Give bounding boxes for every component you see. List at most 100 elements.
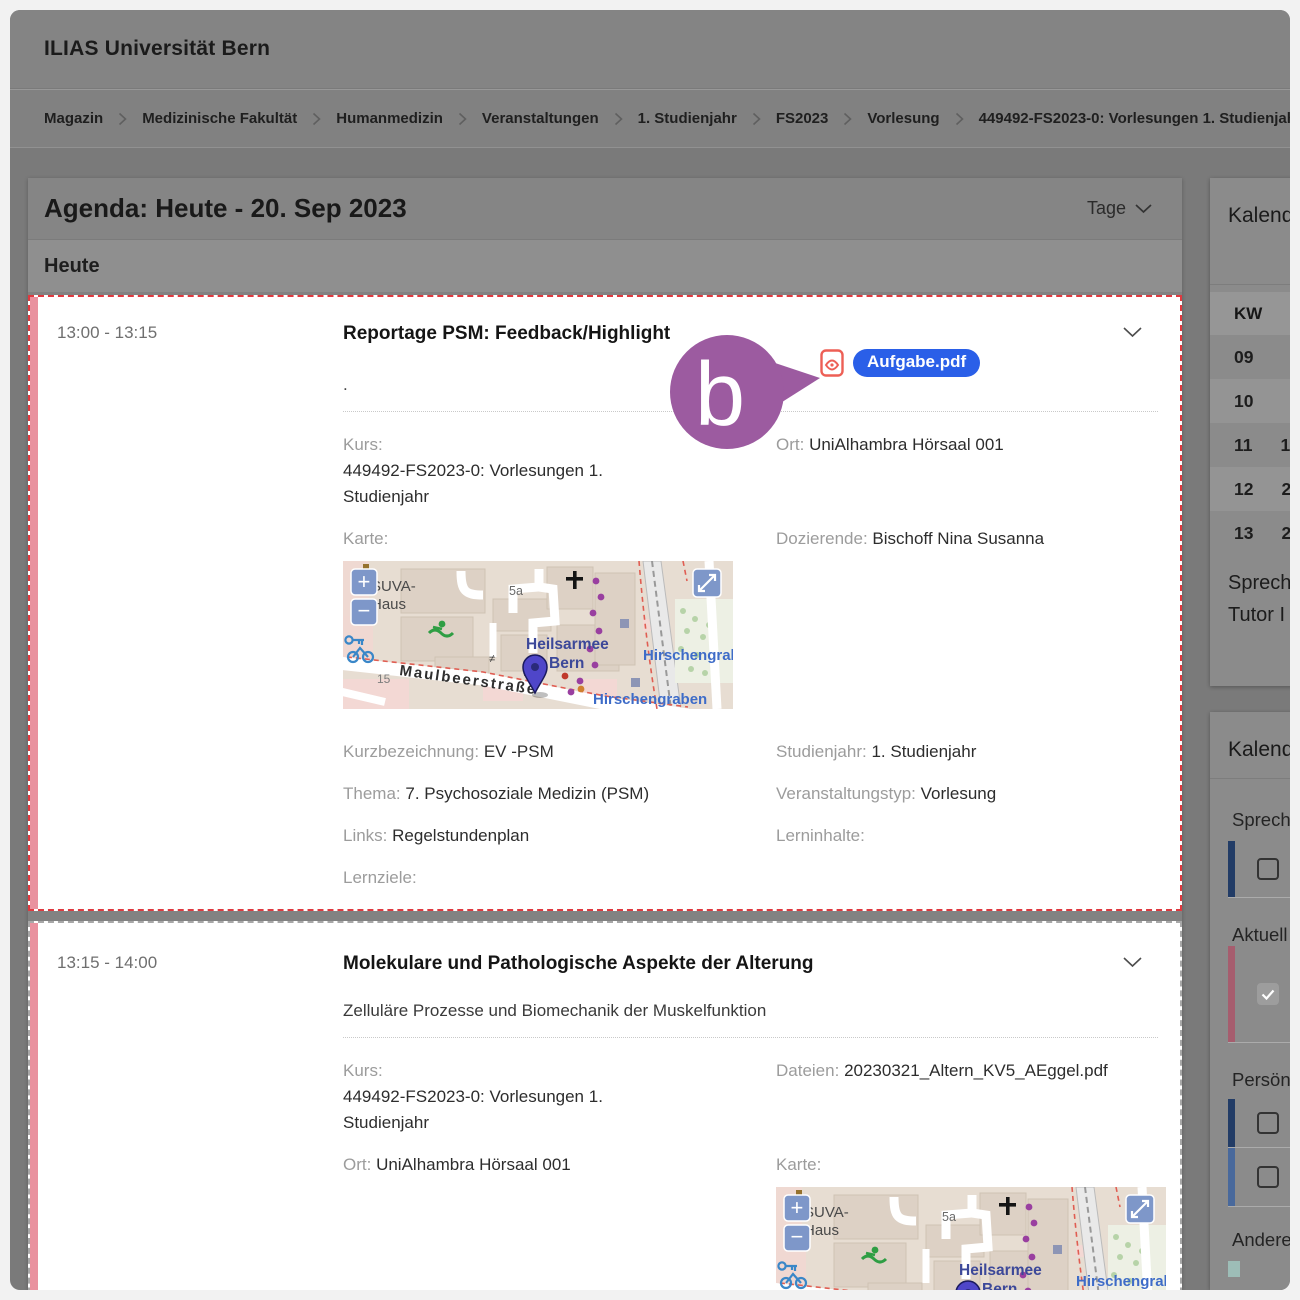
field-karte: Karte: <box>776 1152 1166 1290</box>
breadcrumb-item-studienjahr[interactable]: 1. Studienjahr <box>638 110 737 127</box>
svg-text:Hirschengraben: Hirschengraben <box>643 647 733 664</box>
breadcrumb-item-humanmedizin[interactable]: Humanmedizin <box>336 110 443 127</box>
field-ort: Ort: UniAlhambra Hörsaal 001 <box>776 432 1158 510</box>
svg-text:5a: 5a <box>509 584 523 598</box>
svg-text:5a: 5a <box>942 1210 956 1224</box>
calendar-selection-panel: Kalender Sprechstunden Aktuell Per <box>1210 712 1290 1290</box>
field-kurs: Kurs: 449492-FS2023-0: Vorlesungen 1. St… <box>343 1058 776 1136</box>
divider <box>1210 284 1290 285</box>
field-dateien: Dateien: 20230321_Altern_KV5_AEggel.pdf <box>776 1058 1158 1136</box>
openstreetmap-canvas[interactable]: SUVA- Haus 5a 15 Heilsarmee Bern <box>776 1187 1166 1290</box>
legend-item-sprechstunden[interactable]: Sprechstunden <box>1228 567 1290 599</box>
top-header-bar: ILIAS Universität Bern <box>10 10 1290 88</box>
openstreetmap-canvas[interactable]: SUVA- Haus 5a 15 Heilsarmee Bern <box>343 561 733 709</box>
event-time: 13:00 - 13:15 <box>57 323 343 343</box>
week-table-header: KW Mo <box>1210 292 1290 335</box>
event-title[interactable]: Reportage PSM: Feedback/Highlight <box>343 323 1120 345</box>
breadcrumb-separator-icon <box>458 112 467 126</box>
breadcrumb: Magazin Medizinische Fakultät Humanmediz… <box>10 89 1290 148</box>
checkbox-checked[interactable] <box>1257 983 1279 1005</box>
svg-text:Heilsarmee: Heilsarmee <box>526 636 609 653</box>
view-mode-label: Tage <box>1087 198 1126 219</box>
field-ort-value: UniAlhambra Hörsaal 001 <box>809 435 1004 454</box>
agenda-section-heute: Heute <box>28 240 1182 292</box>
checkbox-unchecked[interactable] <box>1257 1166 1279 1188</box>
event-title[interactable]: Molekulare und Pathologische Aspekte der… <box>343 953 1120 975</box>
map-zoom-in-button[interactable]: + <box>784 1195 810 1221</box>
field-kurs-value[interactable]: 449492-FS2023-0: Vorlesungen 1. Studienj… <box>343 458 635 510</box>
calendar-color-swatch <box>1228 1261 1240 1277</box>
attachment-link-aufgabe-pdf[interactable]: Aufgabe.pdf <box>820 349 980 377</box>
map-expand-button[interactable] <box>1126 1195 1154 1223</box>
calendar-color-bar <box>1228 841 1235 897</box>
field-thema: Thema: 7. Psychosoziale Medizin (PSM) <box>343 781 776 807</box>
view-mode-dropdown[interactable]: Tage <box>1087 198 1152 219</box>
map-expand-button[interactable] <box>693 569 721 597</box>
section-sprechstunden: Sprechstunden <box>1210 809 1290 831</box>
breadcrumb-item-course[interactable]: 449492-FS2023-0: Vorlesungen 1. Studienj… <box>979 110 1290 127</box>
collapse-event-button[interactable] <box>1123 957 1142 968</box>
breadcrumb-item-veranstaltungen[interactable]: Veranstaltungen <box>482 110 599 127</box>
calendar-color-bar <box>1228 1148 1235 1206</box>
field-kurzbezeichnung: Kurzbezeichnung: EV -PSM <box>343 739 776 765</box>
field-dozierende: Dozierende: Bischoff Nina Susanna <box>776 526 1158 709</box>
field-veranstaltungstyp: Veranstaltungstyp: Vorlesung <box>776 781 1158 807</box>
check-icon <box>1261 989 1275 1000</box>
map-zoom-out-button[interactable]: − <box>351 598 377 625</box>
week-row-13[interactable]: 1327 <box>1210 511 1290 555</box>
checkbox-unchecked[interactable] <box>1257 1112 1279 1134</box>
location-map[interactable]: SUVA- Haus 5a 15 Heilsarmee Bern <box>776 1187 1166 1290</box>
week-row-10[interactable]: 10 <box>1210 379 1290 423</box>
calendar-color-bar <box>1228 1099 1235 1147</box>
regelstundenplan-link[interactable]: Regelstundenplan <box>392 826 529 845</box>
agenda-event-card-1: 13:00 - 13:15 Reportage PSM: Feedback/Hi… <box>28 295 1182 911</box>
week-row-09[interactable]: 09 <box>1210 335 1290 379</box>
dateien-file-link[interactable]: 20230321_Altern_KV5_AEggel.pdf <box>844 1061 1108 1080</box>
location-map[interactable]: SUVA- Haus 5a 15 Heilsarmee Bern <box>343 561 733 709</box>
field-kurs-label: Kurs: <box>343 432 776 458</box>
calendar-item-aktuell[interactable] <box>1228 946 1290 1043</box>
event-time: 13:15 - 14:00 <box>57 953 343 973</box>
svg-text:Heilsarmee: Heilsarmee <box>959 1262 1042 1279</box>
calendar-item-personal-2[interactable] <box>1228 1148 1290 1207</box>
panel-title: Kalender <box>1210 712 1290 762</box>
field-ort: Ort: UniAlhambra Hörsaal 001 <box>343 1152 776 1290</box>
week-table: KW Mo 09 10 1113 1220 1327 <box>1210 292 1290 555</box>
svg-text:−: − <box>358 598 371 623</box>
attachment-pill-label: Aufgabe.pdf <box>853 349 980 377</box>
checkbox-unchecked[interactable] <box>1257 858 1279 880</box>
svg-text:15: 15 <box>377 672 391 686</box>
field-lernziele: Lernziele: <box>343 865 776 891</box>
map-zoom-out-button[interactable]: − <box>784 1224 810 1251</box>
breadcrumb-separator-icon <box>752 112 761 126</box>
calendar-widget-panel: Kalender KW Mo 09 10 1113 1220 1327 <box>1210 178 1290 686</box>
breadcrumb-item-magazin[interactable]: Magazin <box>44 110 103 127</box>
svg-text:≠: ≠ <box>489 653 495 665</box>
breadcrumb-item-fakultaet[interactable]: Medizinische Fakultät <box>142 110 297 127</box>
field-links: Links: Regelstundenplan <box>343 823 776 849</box>
ilias-page: ILIAS Universität Bern Magazin Medizinis… <box>10 10 1290 1290</box>
calendar-item-sprechstunden[interactable] <box>1228 841 1290 898</box>
field-kurs: Kurs: 449492-FS2023-0: Vorlesungen 1. St… <box>343 432 776 510</box>
event-subtitle: Zelluläre Prozesse und Biomechanik der M… <box>343 1001 1158 1021</box>
svg-text:Bern: Bern <box>982 1281 1017 1290</box>
field-kurs-value[interactable]: 449492-FS2023-0: Vorlesungen 1. Studienj… <box>343 1084 635 1136</box>
week-row-12[interactable]: 1220 <box>1210 467 1290 511</box>
section-aktuell: Aktuell <box>1210 924 1290 946</box>
legend-item-tutor[interactable]: Tutor I <box>1228 599 1290 631</box>
svg-text:Hirschengraben: Hirschengraben <box>593 691 707 708</box>
breadcrumb-item-fs2023[interactable]: FS2023 <box>776 110 829 127</box>
breadcrumb-separator-icon <box>843 112 852 126</box>
calendar-item-personal-1[interactable] <box>1228 1099 1290 1148</box>
map-zoom-in-button[interactable]: + <box>351 569 377 595</box>
breadcrumb-separator-icon <box>118 112 127 126</box>
event-color-bar <box>30 923 38 1290</box>
collapse-event-button[interactable] <box>1123 327 1142 338</box>
field-lerninhalte: Lerninhalte: <box>776 823 1158 849</box>
event-color-bar <box>30 297 38 909</box>
breadcrumb-item-vorlesung[interactable]: Vorlesung <box>867 110 939 127</box>
chevron-down-icon <box>1123 957 1142 968</box>
calendar-legend: Sprechstunden Tutor I <box>1210 567 1290 631</box>
week-row-11[interactable]: 1113 <box>1210 423 1290 467</box>
chevron-down-icon <box>1123 327 1142 338</box>
